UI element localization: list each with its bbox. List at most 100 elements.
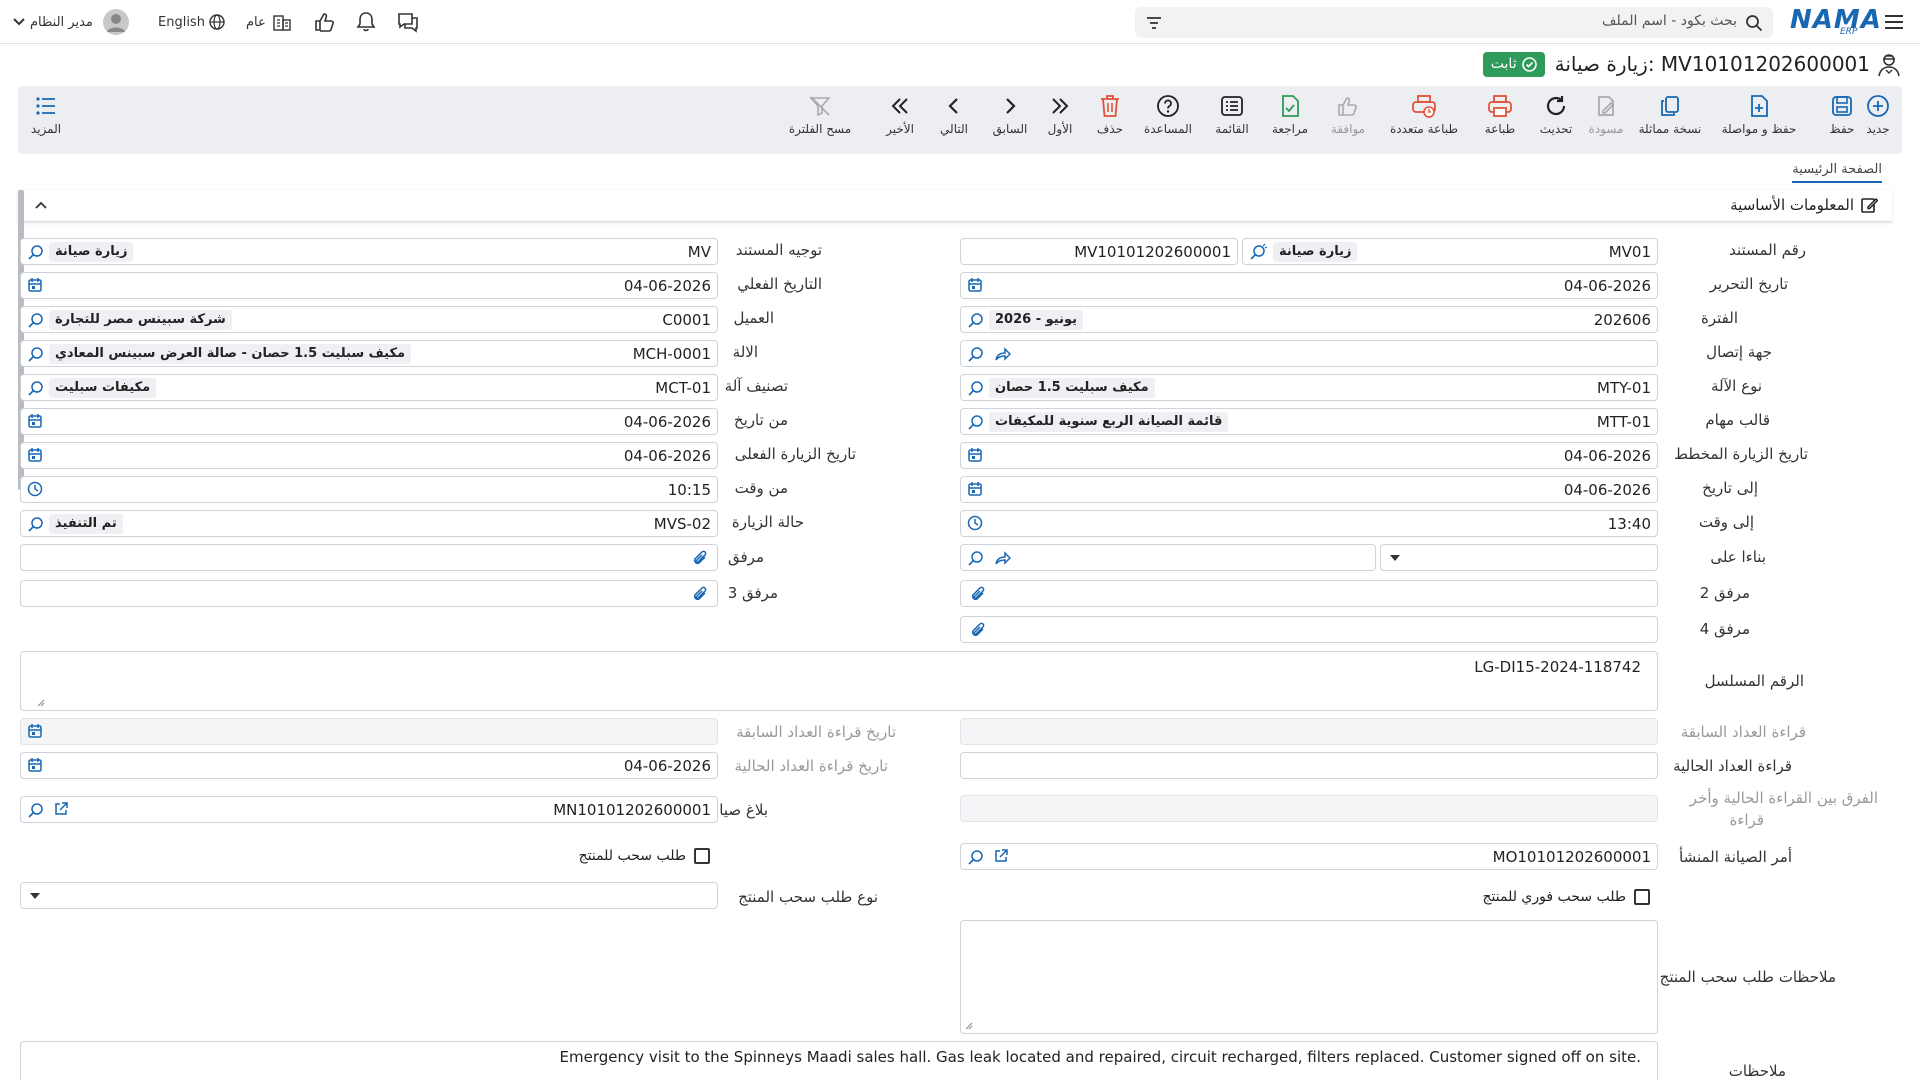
based-on-type-select[interactable]: [1380, 544, 1658, 571]
chat-icon[interactable]: [396, 0, 420, 44]
lookup-icon[interactable]: [27, 379, 45, 397]
lookup-icon[interactable]: [1249, 243, 1267, 261]
resize-handle-icon[interactable]: [37, 699, 45, 707]
attachment3-field[interactable]: [20, 580, 718, 607]
calendar-icon[interactable]: [967, 481, 983, 497]
bell-icon[interactable]: [356, 0, 376, 44]
cur-counter-date-field[interactable]: 04-06-2026: [20, 752, 718, 779]
lookup-icon[interactable]: [967, 345, 985, 363]
calendar-icon[interactable]: [27, 447, 43, 463]
language-switch[interactable]: English: [158, 0, 225, 44]
lookup-icon[interactable]: [27, 801, 45, 819]
hamburger-menu-icon[interactable]: [1884, 0, 1904, 44]
save-button[interactable]: حفظ: [1826, 92, 1858, 148]
actual-date-field[interactable]: 04-06-2026: [20, 272, 718, 299]
edit-date-field[interactable]: 04-06-2026: [960, 272, 1658, 299]
attachment2-field[interactable]: [960, 580, 1658, 607]
immediate-pull-checkbox[interactable]: [1634, 889, 1650, 905]
lookup-icon[interactable]: [967, 413, 985, 431]
review-button[interactable]: مراجعة: [1270, 92, 1310, 148]
calendar-icon[interactable]: [967, 447, 983, 463]
open-link-icon[interactable]: [53, 801, 69, 817]
next-button[interactable]: التالي: [934, 92, 974, 148]
lookup-icon[interactable]: [967, 549, 985, 567]
share-icon[interactable]: [993, 345, 1011, 363]
open-link-icon[interactable]: [993, 848, 1009, 864]
doc-serial-field[interactable]: MV10101202600001: [960, 238, 1238, 265]
calendar-icon[interactable]: [27, 757, 43, 773]
draft-button[interactable]: مسودة: [1586, 92, 1626, 148]
list-button[interactable]: القائمة: [1212, 92, 1252, 148]
more-button[interactable]: المزيد: [26, 92, 66, 148]
resize-handle-icon[interactable]: [965, 1022, 973, 1030]
scope-switch[interactable]: عام: [246, 0, 292, 44]
prev-button[interactable]: السابق: [988, 92, 1032, 148]
nama-logo[interactable]: NAMA ERP: [1790, 5, 1881, 39]
tab-main[interactable]: الصفحة الرئيسية: [1792, 162, 1882, 183]
save-continue-button[interactable]: حفظ و مواصلة: [1716, 92, 1802, 148]
multi-print-button[interactable]: طباعة متعددة: [1388, 92, 1460, 148]
planned-visit-date-field[interactable]: 04-06-2026: [960, 442, 1658, 469]
lookup-icon[interactable]: [967, 848, 985, 866]
first-button[interactable]: الأول: [1042, 92, 1078, 148]
paperclip-icon[interactable]: [969, 585, 987, 603]
origin-order-field[interactable]: MO10101202600001: [960, 843, 1658, 870]
machine-type-field[interactable]: MTY-01 مكيف سبليت 1.5 حصان: [960, 374, 1658, 401]
clock-icon[interactable]: [967, 515, 983, 531]
doc-type-field[interactable]: MV01 زيارة صيانة: [1242, 238, 1658, 265]
user-menu[interactable]: مدير النظام: [12, 0, 129, 44]
chevron-up-icon[interactable]: [34, 200, 48, 210]
calendar-icon[interactable]: [27, 277, 43, 293]
help-button[interactable]: المساعدة: [1142, 92, 1194, 148]
remarks-value: Emergency visit to the Spinneys Maadi sa…: [559, 1048, 1641, 1066]
to-date-field[interactable]: 04-06-2026: [960, 476, 1658, 503]
attachment-field[interactable]: [20, 544, 718, 571]
attachment4-field[interactable]: [960, 616, 1658, 643]
paperclip-icon[interactable]: [969, 621, 987, 639]
share-icon[interactable]: [993, 549, 1011, 567]
section-header[interactable]: المعلومات الأساسية: [18, 190, 1892, 222]
cur-counter-field[interactable]: [960, 752, 1658, 779]
period-field[interactable]: 202606 2026 - يونيو: [960, 306, 1658, 333]
new-button[interactable]: جديد: [1860, 92, 1896, 148]
lookup-icon[interactable]: [967, 311, 985, 329]
last-button[interactable]: الأخير: [880, 92, 920, 148]
pull-notes-field[interactable]: [960, 920, 1658, 1034]
task-template-field[interactable]: MTT-01 قائمة الصيانة الربع سنوية للمكيفا…: [960, 408, 1658, 435]
lookup-icon[interactable]: [27, 243, 45, 261]
to-time-field[interactable]: 13:40: [960, 510, 1658, 537]
lookup-icon[interactable]: [27, 345, 45, 363]
lookup-icon[interactable]: [27, 311, 45, 329]
machine-class-field[interactable]: MCT-01 مكيفات سبليت: [20, 374, 718, 401]
approve-button[interactable]: موافقة: [1328, 92, 1368, 148]
actual-visit-date-field[interactable]: 04-06-2026: [20, 442, 718, 469]
print-button[interactable]: طباعة: [1480, 92, 1520, 148]
paperclip-icon[interactable]: [691, 549, 709, 567]
clock-icon[interactable]: [27, 481, 43, 497]
lookup-icon[interactable]: [967, 379, 985, 397]
from-time-field[interactable]: 10:15: [20, 476, 718, 503]
refresh-button[interactable]: تحديث: [1536, 92, 1576, 148]
customer-field[interactable]: C0001 شركة سبينس مصر للتجارة: [20, 306, 718, 333]
from-date-field[interactable]: 04-06-2026: [20, 408, 718, 435]
duplicate-button[interactable]: نسخة مماثلة: [1634, 92, 1706, 148]
delete-button[interactable]: حذف: [1090, 92, 1130, 148]
filter-icon[interactable]: [1145, 15, 1163, 31]
pull-type-select[interactable]: [20, 882, 718, 909]
machine-field[interactable]: MCH-0001 مكيف سبليت 1.5 حصان - صالة العر…: [20, 340, 718, 367]
visit-status-field[interactable]: MVS-02 تم التنفيذ: [20, 510, 718, 537]
calendar-icon[interactable]: [967, 277, 983, 293]
serial-number-field[interactable]: LG-DI15-2024-118742: [20, 651, 1658, 711]
based-on-field[interactable]: [960, 544, 1376, 571]
pull-request-checkbox[interactable]: [694, 848, 710, 864]
thumbs-up-icon[interactable]: [314, 0, 336, 44]
contact-field[interactable]: [960, 340, 1658, 367]
clear-filter-button[interactable]: مسح الفلترة: [788, 92, 852, 148]
calendar-icon[interactable]: [27, 413, 43, 429]
paperclip-icon[interactable]: [691, 585, 709, 603]
remarks-field[interactable]: Emergency visit to the Spinneys Maadi sa…: [20, 1041, 1658, 1080]
lookup-icon[interactable]: [27, 515, 45, 533]
search-bar[interactable]: بحث بكود - اسم الملف: [1135, 7, 1773, 38]
doc-direction-field[interactable]: MV زيارة صيانة: [20, 238, 718, 265]
maintenance-report-field[interactable]: MN10101202600001: [20, 796, 718, 823]
